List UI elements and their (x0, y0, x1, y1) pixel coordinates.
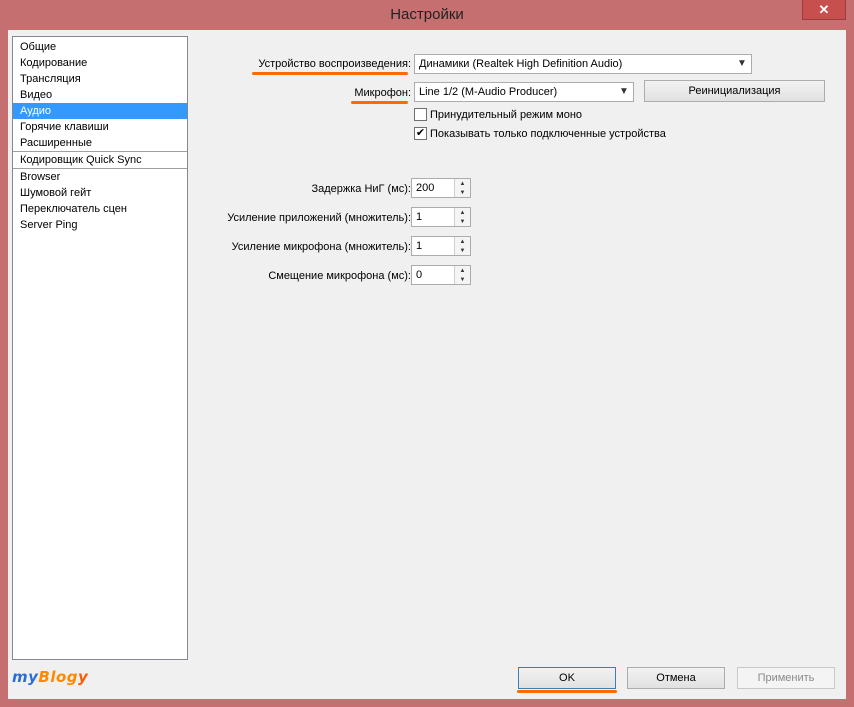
apply-button[interactable]: Применить (737, 667, 835, 689)
nav-item-encoding[interactable]: Кодирование (13, 55, 187, 71)
nav-item-scene-switcher[interactable]: Переключатель сцен (13, 201, 187, 217)
show-connected-row[interactable]: ✔ Показывать только подключенные устройс… (414, 127, 666, 140)
mic-gain-spinbox[interactable]: 1 ▲ ▼ (411, 236, 471, 256)
force-mono-checkbox[interactable] (414, 108, 427, 121)
chevron-down-icon: ▼ (619, 86, 629, 97)
spin-down-icon[interactable]: ▼ (454, 217, 470, 226)
settings-window: Настройки ✕ Общие Кодирование Трансляция… (0, 0, 854, 707)
microphone-select[interactable]: Line 1/2 (M-Audio Producer) ▼ (414, 82, 634, 102)
force-mono-row[interactable]: Принудительный режим моно (414, 108, 582, 121)
nav-item-browser[interactable]: Browser (13, 168, 187, 185)
nav-item-hotkeys[interactable]: Горячие клавиши (13, 119, 187, 135)
nav-item-server-ping[interactable]: Server Ping (13, 217, 187, 233)
show-connected-checkbox[interactable]: ✔ (414, 127, 427, 140)
force-mono-label: Принудительный режим моно (430, 108, 583, 121)
spin-down-icon[interactable]: ▼ (454, 246, 470, 255)
checkmark-icon: ✔ (415, 127, 426, 139)
mic-offset-value: 0 (416, 269, 423, 281)
nav-item-general[interactable]: Общие (13, 39, 187, 55)
delay-spinbox[interactable]: 200 ▲ ▼ (411, 178, 471, 198)
show-connected-label: Показывать только подключенные устройств… (430, 127, 666, 140)
nav-item-broadcast[interactable]: Трансляция (13, 71, 187, 87)
playback-device-select[interactable]: Динамики (Realtek High Definition Audio)… (414, 54, 752, 74)
delay-value: 200 (416, 182, 435, 194)
dialog-client-area: Общие Кодирование Трансляция Видео Аудио… (8, 30, 846, 699)
close-icon: ✕ (818, 1, 830, 17)
mic-gain-value: 1 (416, 240, 423, 252)
nav-item-quick-sync[interactable]: Кодировщик Quick Sync (13, 151, 187, 168)
myblogy-logo: myBlogy (12, 668, 89, 686)
nav-item-noise-gate[interactable]: Шумовой гейт (13, 185, 187, 201)
settings-category-list[interactable]: Общие Кодирование Трансляция Видео Аудио… (12, 36, 188, 660)
app-gain-spinbox[interactable]: 1 ▲ ▼ (411, 207, 471, 227)
mic-offset-label: Смещение микрофона (мс): (268, 270, 411, 282)
ok-highlight-underline (517, 690, 617, 693)
delay-label: Задержка НиГ (мс): (311, 183, 411, 195)
ok-button[interactable]: OK (518, 667, 616, 689)
nav-item-video[interactable]: Видео (13, 87, 187, 103)
reinitialize-button[interactable]: Реинициализация (644, 80, 825, 102)
app-gain-value: 1 (416, 211, 423, 223)
close-button[interactable]: ✕ (802, 0, 846, 20)
mic-offset-spinbox[interactable]: 0 ▲ ▼ (411, 265, 471, 285)
window-title: Настройки (390, 6, 464, 23)
title-bar[interactable]: Настройки ✕ (0, 0, 854, 30)
cancel-button[interactable]: Отмена (627, 667, 725, 689)
nav-item-advanced[interactable]: Расширенные (13, 135, 187, 151)
microphone-highlight-underline (351, 101, 408, 104)
mic-gain-label: Усиление микрофона (множитель): (231, 241, 411, 253)
spin-down-icon[interactable]: ▼ (454, 188, 470, 197)
playback-device-label: Устройство воспроизведения: (258, 58, 411, 70)
nav-item-audio[interactable]: Аудио (13, 103, 187, 119)
chevron-down-icon: ▼ (737, 58, 747, 69)
spin-down-icon[interactable]: ▼ (454, 275, 470, 284)
microphone-value: Line 1/2 (M-Audio Producer) (419, 86, 558, 98)
playback-highlight-underline (252, 72, 408, 75)
app-gain-label: Усиление приложений (множитель): (227, 212, 411, 224)
playback-device-value: Динамики (Realtek High Definition Audio) (419, 58, 623, 70)
microphone-label: Микрофон: (354, 87, 411, 99)
